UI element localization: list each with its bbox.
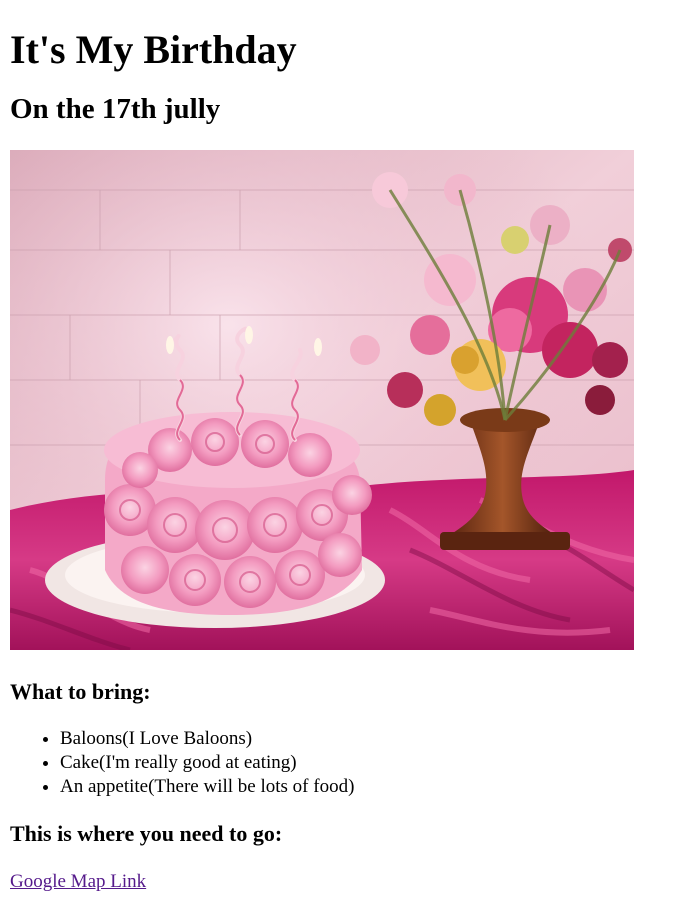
google-map-link[interactable]: Google Map Link <box>10 871 146 892</box>
location-heading: This is where you need to go: <box>10 821 283 846</box>
list-item: Baloons(I Love Baloons) <box>60 727 685 751</box>
map-link-paragraph: Google Map Link <box>10 870 685 894</box>
bring-list: Baloons(I Love Baloons) Cake(I'm really … <box>10 727 685 799</box>
bring-heading: What to bring: <box>10 679 151 704</box>
page: It's My Birthday On the 17th jully What … <box>0 26 695 894</box>
list-item: An appetite(There will be lots of food) <box>60 775 685 799</box>
birthday-cake-image <box>10 150 634 650</box>
page-title: It's My Birthday <box>10 27 297 72</box>
page-subtitle: On the 17th jully <box>10 93 221 125</box>
list-item: Cake(I'm really good at eating) <box>60 751 685 775</box>
